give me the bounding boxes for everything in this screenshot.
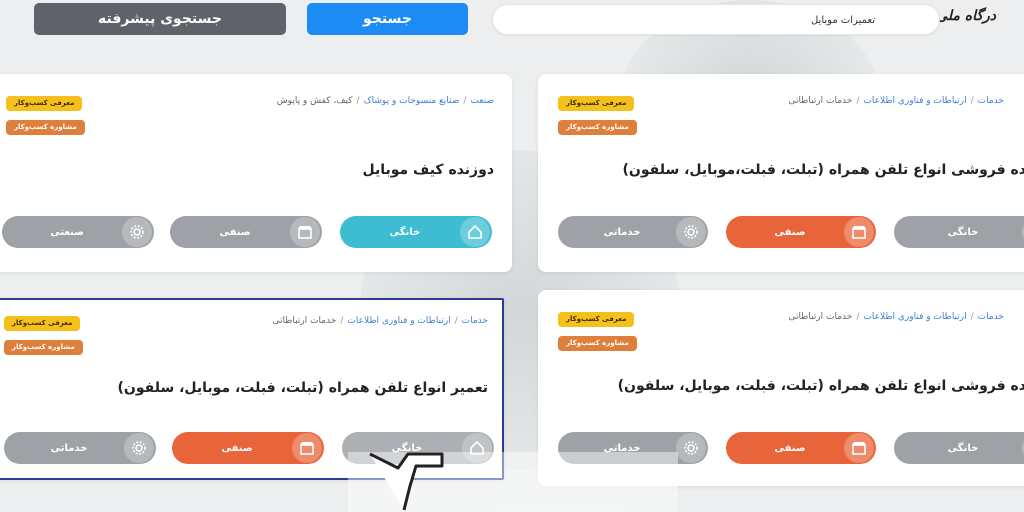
gear-icon	[122, 217, 152, 247]
category-service-button[interactable]: خدماتی	[558, 216, 708, 248]
category-label: خدماتی	[50, 442, 88, 454]
intro-badge: معرفی کسب‌وکار	[6, 96, 83, 111]
pointer-arrow-icon	[369, 452, 444, 511]
category-guild-button[interactable]: صنفی	[726, 432, 876, 464]
intro-badge: معرفی کسب‌وکار	[4, 316, 81, 331]
category-industrial-button[interactable]: صنعتی	[2, 216, 154, 248]
breadcrumb-link[interactable]: خدمات	[978, 312, 1004, 322]
breadcrumb-current: خدمات ارتباطاتی	[272, 316, 337, 326]
intro-badge: معرفی کسب‌وکار	[558, 96, 635, 111]
consult-badge: مشاوره کسب‌وکار	[558, 120, 637, 135]
breadcrumb: خدمات/ارتباطات و فناوری اطلاعات/خدمات ار…	[788, 312, 1004, 322]
card-title[interactable]: ده فروشی انواع تلفن همراه (تبلت، فبلت، م…	[618, 378, 1024, 394]
search-button[interactable]: جستجو	[307, 3, 468, 35]
result-card[interactable]: صنعت/صنایع منسوجات و پوشاک/کیف، کفش و پا…	[0, 74, 512, 272]
shop-icon	[290, 217, 320, 247]
category-label: خدماتی	[603, 226, 641, 238]
category-label: صنفی	[219, 226, 251, 238]
header: درگاه ملی مجوزها جستجو جستجوی پیشرفته	[0, 0, 1024, 44]
category-guild-button[interactable]: صنفی	[170, 216, 322, 248]
category-guild-button[interactable]: صنفی	[726, 216, 876, 248]
category-home-button[interactable]: خانگی	[340, 216, 492, 248]
category-label: خانگی	[947, 442, 979, 454]
breadcrumb: خدمات/ارتباطات و فناوری اطلاعات/خدمات ار…	[272, 316, 488, 326]
consult-badge: مشاوره کسب‌وکار	[558, 336, 637, 351]
category-home-button[interactable]: خانگی	[894, 432, 1024, 464]
search-input[interactable]	[575, 10, 875, 30]
result-card[interactable]: خدمات/ارتباطات و فناوری اطلاعات/خدمات ار…	[538, 74, 1024, 272]
consult-badge: مشاوره کسب‌وکار	[4, 340, 83, 355]
advanced-search-button[interactable]: جستجوی پیشرفته	[34, 3, 286, 35]
breadcrumb-link[interactable]: خدمات	[462, 316, 488, 326]
search-box[interactable]	[492, 4, 940, 35]
gear-icon	[676, 217, 706, 247]
consult-badge: مشاوره کسب‌وکار	[6, 120, 85, 135]
breadcrumb: صنعت/صنایع منسوجات و پوشاک/کیف، کفش و پا…	[276, 96, 494, 106]
category-home-button[interactable]: خانگی	[894, 216, 1024, 248]
breadcrumb-current: خدمات ارتباطاتی	[788, 312, 853, 322]
gear-icon	[124, 433, 154, 463]
category-guild-button[interactable]: صنفی	[172, 432, 324, 464]
card-title[interactable]: ده فروشی انواع تلفن همراه (تبلت، فبلت،مو…	[623, 162, 1024, 178]
category-label: خانگی	[389, 226, 421, 238]
intro-badge: معرفی کسب‌وکار	[558, 312, 635, 327]
card-title[interactable]: تعمیر انواع تلفن همراه (تبلت، فبلت، موبا…	[118, 380, 488, 396]
gear-icon	[676, 433, 706, 463]
breadcrumb-current: خدمات ارتباطاتی	[788, 96, 853, 106]
shop-icon	[844, 433, 874, 463]
breadcrumb-link[interactable]: صنعت	[470, 96, 494, 106]
breadcrumb-current: کیف، کفش و پاپوش	[276, 96, 353, 106]
shop-icon	[292, 433, 322, 463]
breadcrumb-link[interactable]: ارتباطات و فناوری اطلاعات	[863, 312, 966, 322]
breadcrumb-link[interactable]: ارتباطات و فناوری اطلاعات	[347, 316, 450, 326]
category-label: صنفی	[221, 442, 253, 454]
category-label: صنفی	[774, 442, 806, 454]
breadcrumb: خدمات/ارتباطات و فناوری اطلاعات/خدمات ار…	[788, 96, 1004, 106]
category-label: صنفی	[774, 226, 806, 238]
category-label: صنعتی	[50, 226, 84, 238]
category-service-button[interactable]: خدماتی	[4, 432, 156, 464]
category-label: خانگی	[947, 226, 979, 238]
breadcrumb-link[interactable]: خدمات	[978, 96, 1004, 106]
card-title[interactable]: دوزنده کیف موبایل	[362, 162, 494, 178]
breadcrumb-link[interactable]: صنایع منسوجات و پوشاک	[364, 96, 460, 106]
home-icon	[460, 217, 490, 247]
breadcrumb-link[interactable]: ارتباطات و فناوری اطلاعات	[863, 96, 966, 106]
shop-icon	[844, 217, 874, 247]
